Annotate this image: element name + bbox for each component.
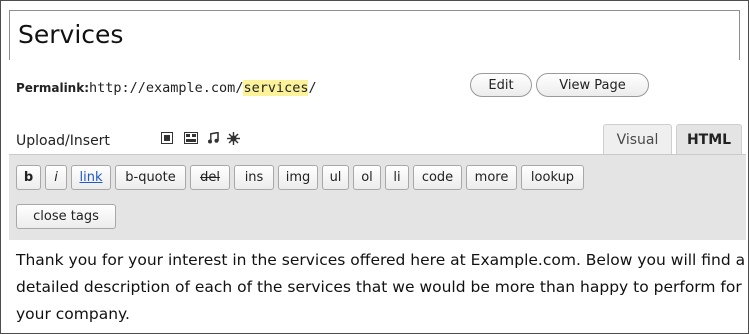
- quicktag-italic-button[interactable]: i: [45, 165, 67, 190]
- post-title[interactable]: Services: [18, 18, 123, 52]
- permalink-url-prefix: http://example.com/: [89, 80, 244, 96]
- quicktag-link-button[interactable]: link: [71, 165, 111, 190]
- quicktag-blockquote-button[interactable]: b-quote: [115, 165, 186, 190]
- quicktag-bold-button[interactable]: b: [16, 165, 41, 190]
- audio-icon[interactable]: [205, 131, 221, 148]
- media-icon[interactable]: [225, 132, 241, 148]
- view-page-button[interactable]: View Page: [536, 73, 649, 97]
- post-content-text: Thank you for your interest in the servi…: [16, 251, 746, 323]
- edit-button[interactable]: Edit: [470, 73, 532, 97]
- gallery-icon[interactable]: [183, 132, 199, 148]
- quicktag-ol-button[interactable]: ol: [353, 165, 381, 190]
- permalink-slug[interactable]: services: [243, 80, 309, 96]
- quicktag-img-button[interactable]: img: [278, 165, 318, 190]
- image-icon[interactable]: [159, 132, 175, 148]
- quicktag-code-button[interactable]: code: [413, 165, 462, 190]
- post-content-textarea[interactable]: Thank you for your interest in the servi…: [16, 247, 746, 328]
- tab-html[interactable]: HTML: [676, 124, 742, 155]
- quicktag-ins-button[interactable]: ins: [234, 165, 274, 190]
- title-field[interactable]: Services: [9, 10, 740, 60]
- quicktag-close-tags-button[interactable]: close tags: [16, 204, 116, 229]
- quicktag-li-button[interactable]: li: [385, 165, 409, 190]
- tab-visual[interactable]: Visual: [603, 124, 672, 155]
- permalink-row: Permalink:http://example.com/services/: [16, 78, 317, 99]
- permalink-label: Permalink:: [16, 81, 90, 95]
- permalink-url: http://example.com/services/: [89, 80, 317, 96]
- quicktag-del-button[interactable]: del: [190, 165, 230, 190]
- quicktag-ul-button[interactable]: ul: [322, 165, 349, 190]
- quicktag-lookup-button[interactable]: lookup: [521, 165, 584, 190]
- quicktag-more-button[interactable]: more: [466, 165, 517, 190]
- post-editor: Services Permalink:http://example.com/se…: [0, 0, 749, 334]
- quicktags-toolbar: b i link b-quote del ins img ul ol li co…: [9, 154, 746, 240]
- permalink-url-suffix: /: [308, 80, 317, 96]
- quicktag-link-label: link: [79, 170, 103, 185]
- upload-insert-label: Upload/Insert: [16, 133, 110, 149]
